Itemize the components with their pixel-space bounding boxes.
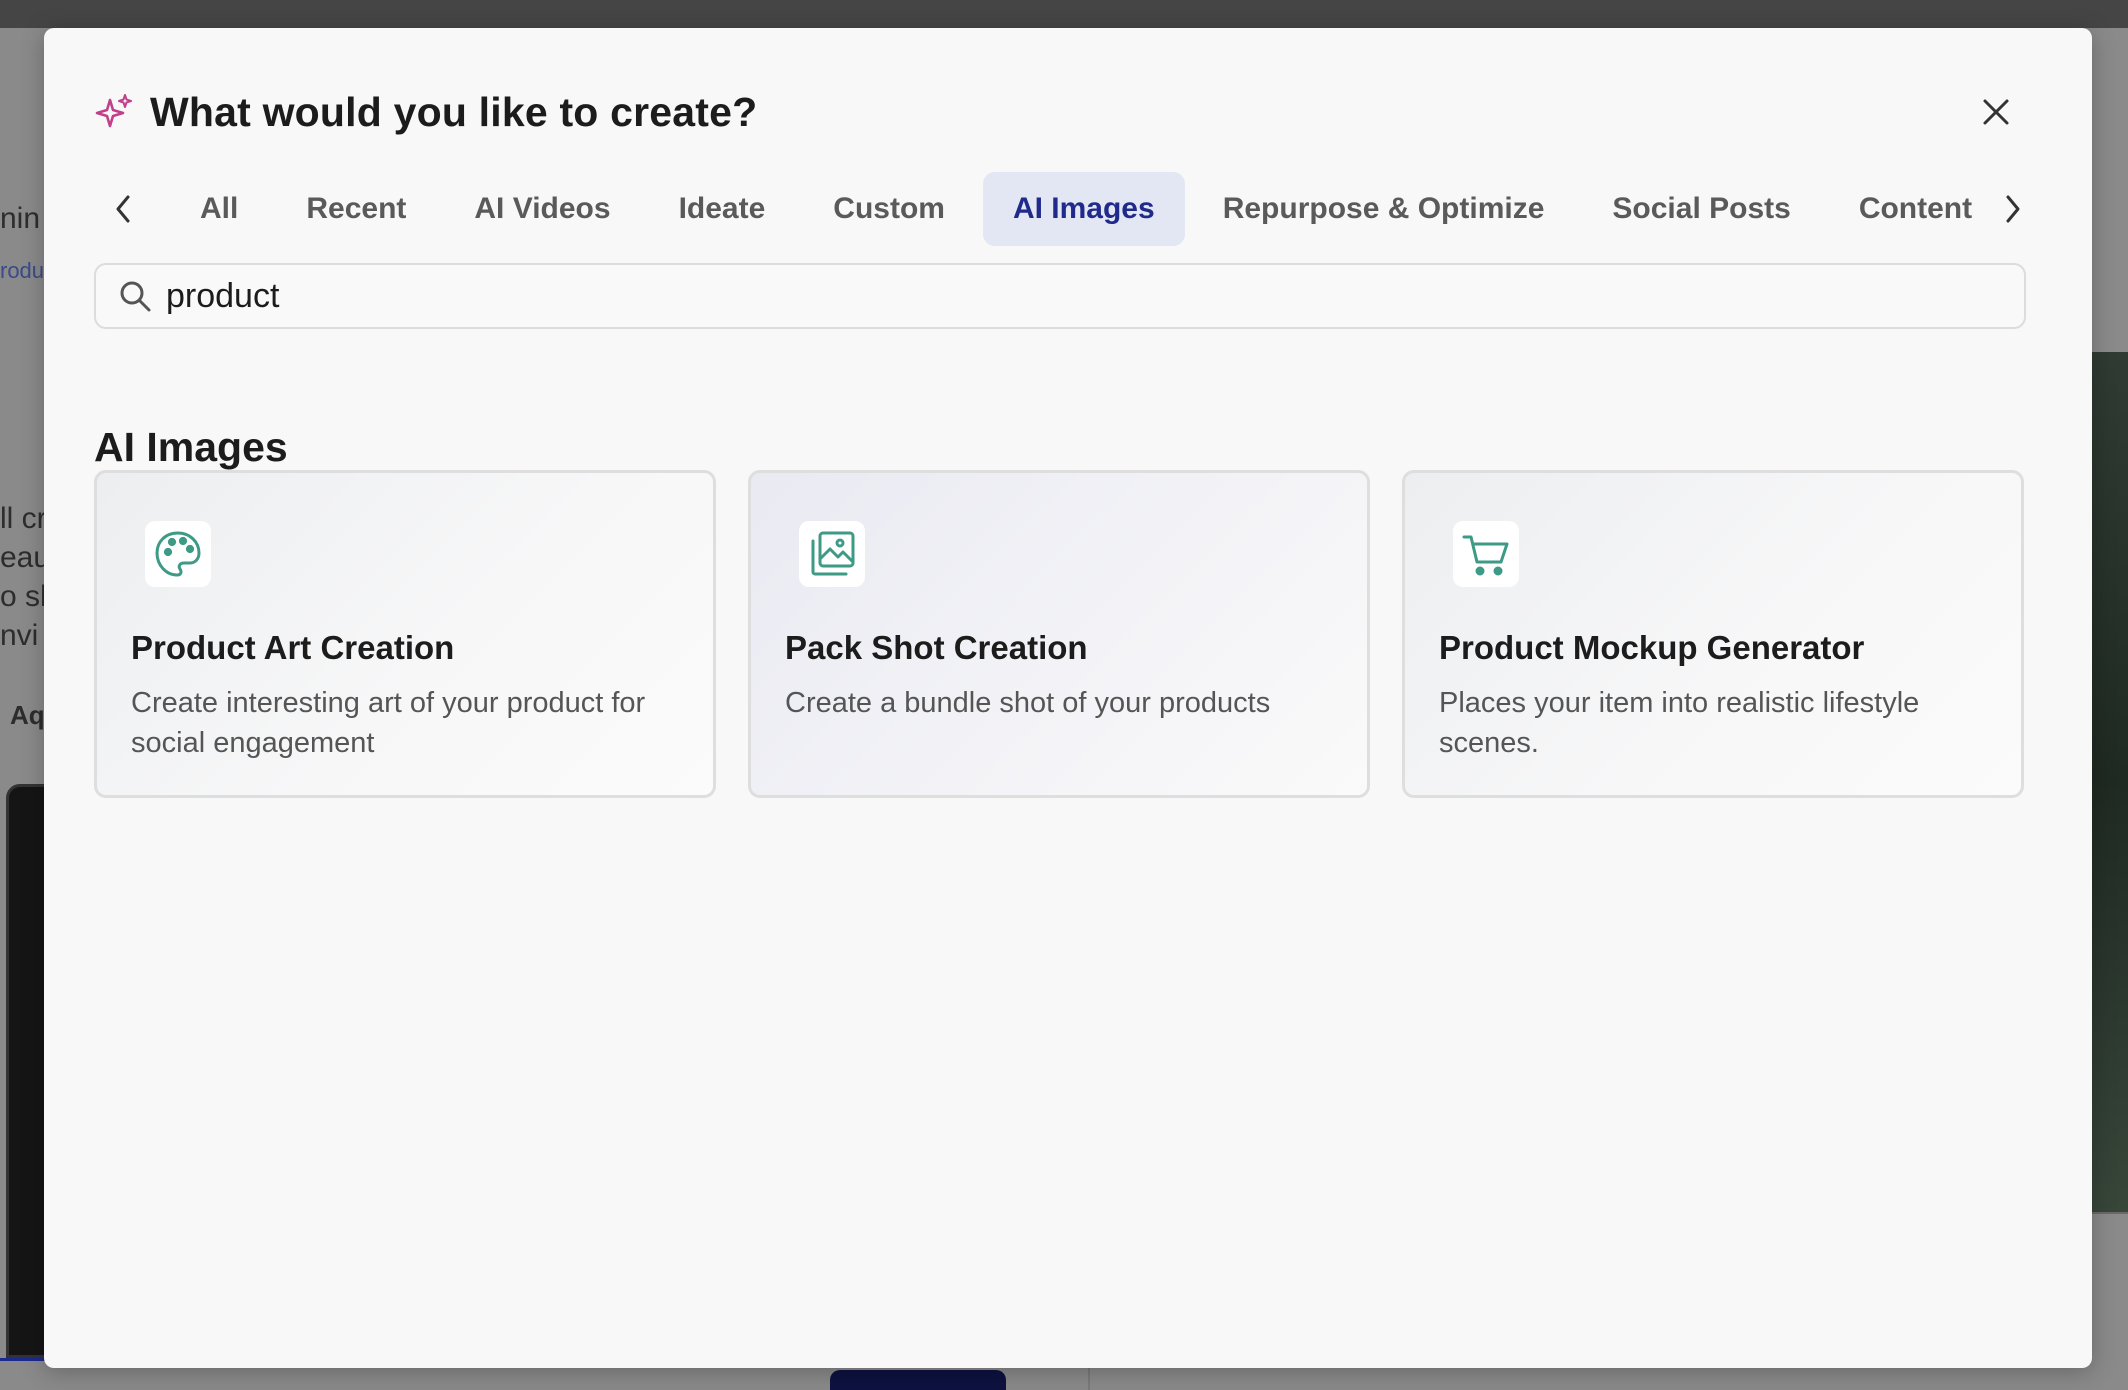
palette-icon <box>145 521 211 587</box>
tab-content[interactable]: Content <box>1829 172 1982 246</box>
tab-ideate[interactable]: Ideate <box>649 172 796 246</box>
card-title: Product Mockup Generator <box>1439 629 1865 666</box>
chevron-right-icon[interactable] <box>1982 179 2042 239</box>
card-description: Create a bundle shot of your products <box>785 687 1271 719</box>
background-image <box>2090 352 2128 1212</box>
tabs-track: All Recent AI Videos Ideate Custom AI Images R… <box>154 172 1982 246</box>
tabs-viewport: All Recent AI Videos Ideate Custom AI Images R… <box>154 172 1982 246</box>
background-button <box>830 1370 1006 1390</box>
background-text: ll cr <box>0 502 47 535</box>
card-pack-shot-creation[interactable]: Pack Shot Creation Create a bundle shot … <box>748 470 1370 798</box>
sparkle-icon <box>94 92 134 132</box>
chevron-left-icon[interactable] <box>94 179 154 239</box>
image-stack-icon <box>799 521 865 587</box>
background-text: eau <box>0 541 51 574</box>
search-bar <box>94 263 2026 329</box>
background-text: Aq <box>10 700 45 730</box>
modal-header: What would you like to create? <box>94 82 2042 142</box>
card-description: Places your item into realistic lifestyl… <box>1439 687 1920 759</box>
close-icon[interactable] <box>1974 90 2018 134</box>
shopping-cart-icon <box>1453 521 1519 587</box>
tab-custom[interactable]: Custom <box>803 172 975 246</box>
background-divider <box>1088 1368 1090 1390</box>
background-text: nvi <box>0 619 39 652</box>
tab-ai-videos[interactable]: AI Videos <box>444 172 640 246</box>
category-tabs: All Recent AI Videos Ideate Custom AI Images R… <box>94 172 2042 246</box>
card-title: Product Art Creation <box>131 629 455 666</box>
background-text: nin <box>0 202 41 235</box>
tab-repurpose-optimize[interactable]: Repurpose & Optimize <box>1193 172 1575 246</box>
tab-recent[interactable]: Recent <box>276 172 436 246</box>
modal-title: What would you like to create? <box>150 88 758 135</box>
tab-all[interactable]: All <box>170 172 268 246</box>
background-divider <box>2090 1212 2128 1214</box>
card-description: Create interesting art of your product f… <box>131 687 646 759</box>
search-input[interactable] <box>166 266 2024 326</box>
card-title: Pack Shot Creation <box>785 629 1088 666</box>
tab-social-posts[interactable]: Social Posts <box>1582 172 1820 246</box>
tab-ai-images[interactable]: AI Images <box>982 172 1185 246</box>
search-icon <box>118 279 152 313</box>
card-product-art-creation[interactable]: Product Art Creation Create interesting … <box>94 470 716 798</box>
section-title: AI Images <box>94 424 288 470</box>
tool-cards: Product Art Creation Create interesting … <box>94 470 2026 800</box>
card-product-mockup-generator[interactable]: Product Mockup Generator Places your ite… <box>1402 470 2024 798</box>
background-text: rodu <box>0 258 45 283</box>
background-topbar <box>0 0 2128 28</box>
create-modal: What would you like to create? All Recent… <box>44 28 2092 1368</box>
